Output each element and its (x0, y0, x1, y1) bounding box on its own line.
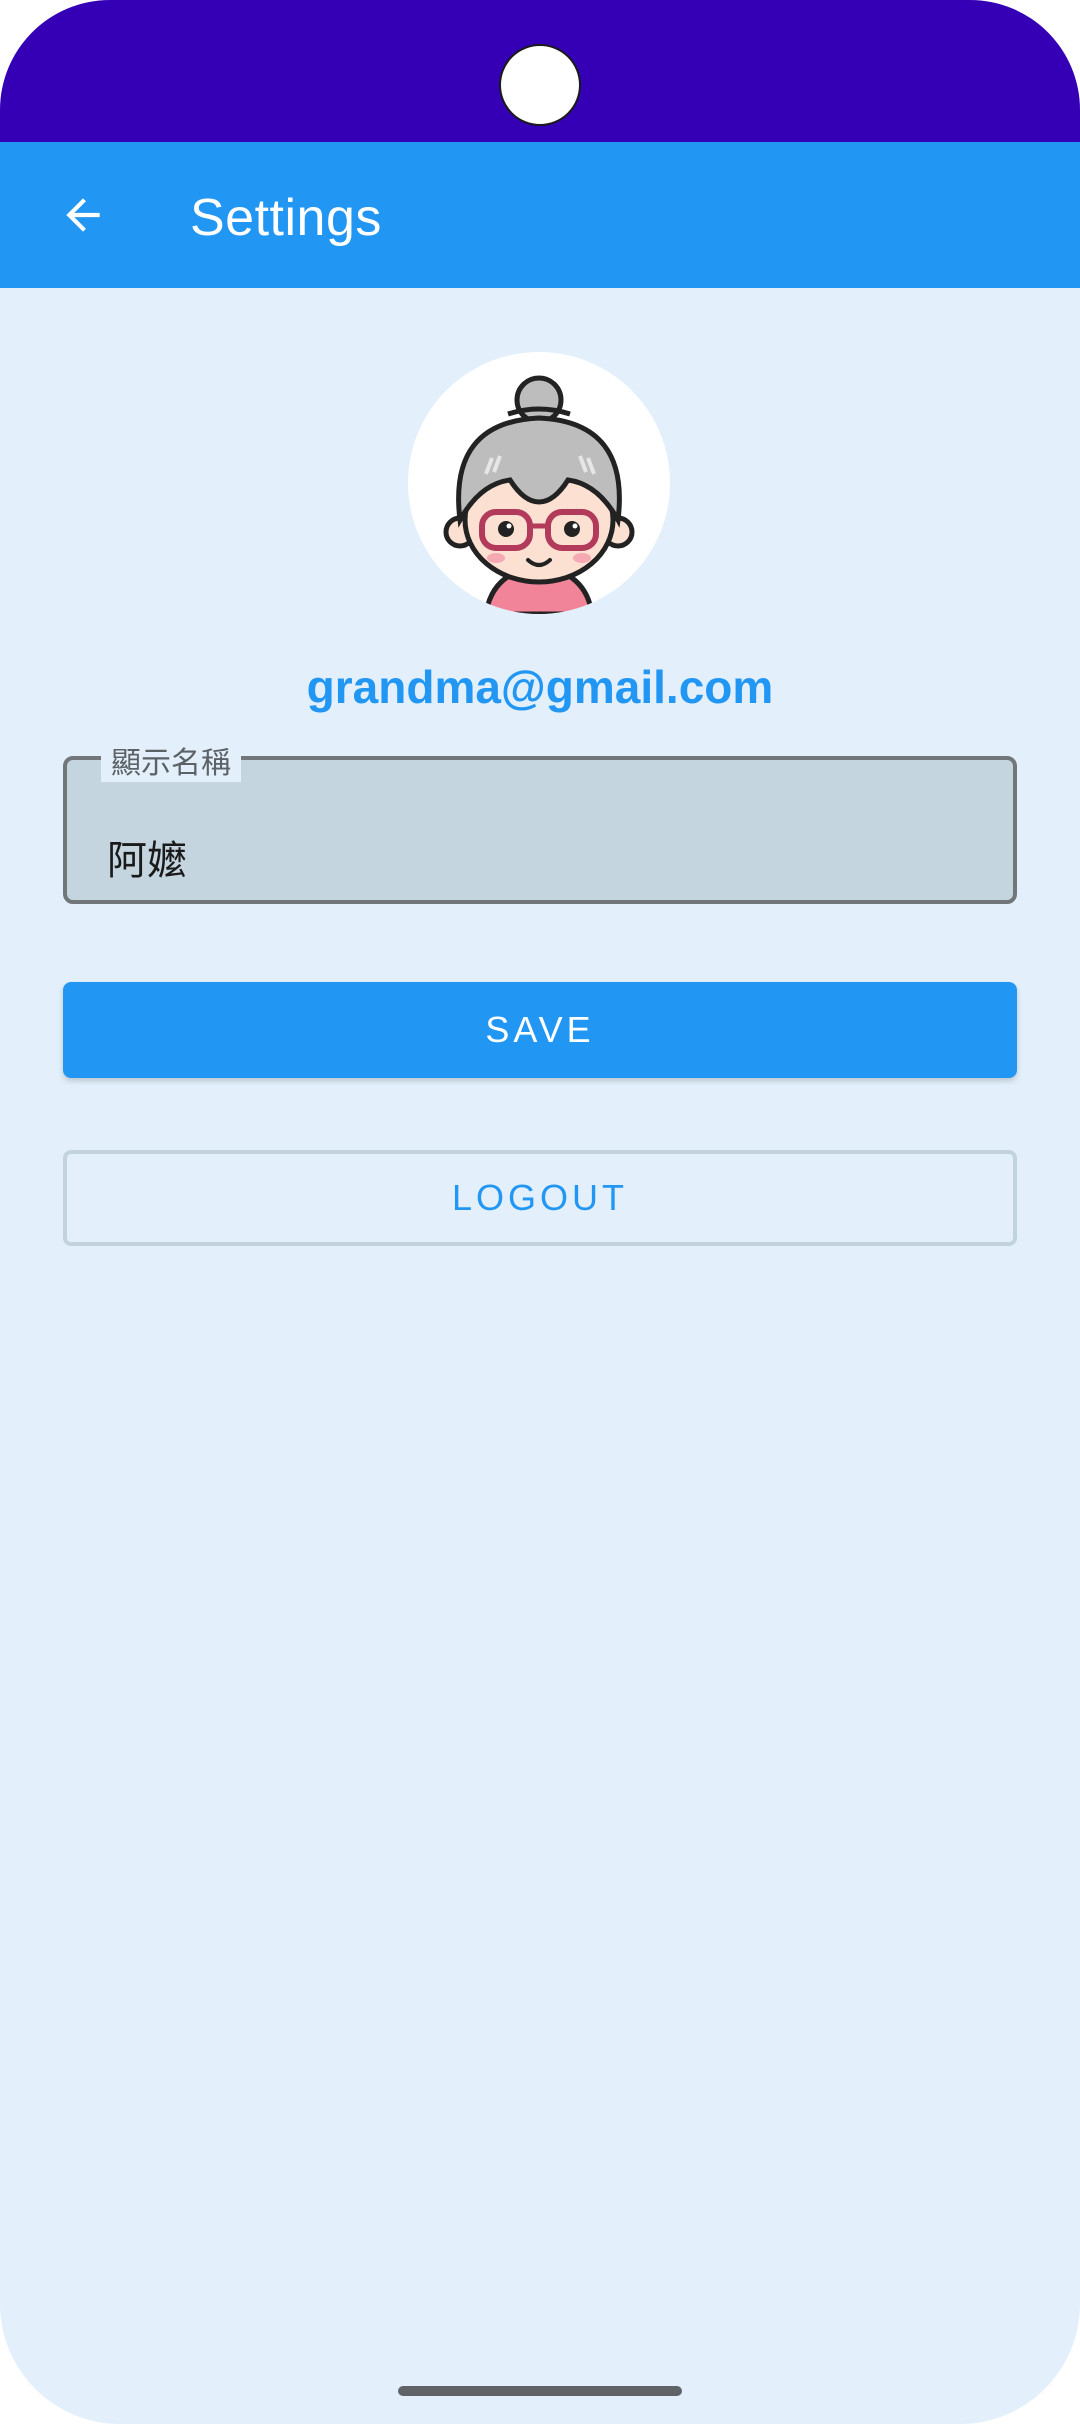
arrow-back-icon (66, 198, 100, 232)
camera-cutout (499, 44, 581, 126)
app-bar: Settings (0, 142, 1080, 288)
home-indicator[interactable] (398, 2386, 682, 2396)
display-name-label: 顯示名稱 (101, 738, 241, 782)
display-name-input[interactable]: 阿嬤 (107, 828, 187, 886)
avatar (408, 352, 670, 614)
back-button[interactable] (40, 172, 126, 258)
status-bar (0, 0, 1080, 142)
logout-button[interactable]: LOGOUT (63, 1150, 1017, 1246)
grandma-avatar-image (443, 375, 635, 614)
page-title: Settings (190, 189, 382, 247)
phone-screen: Settings grandma@gmail.com 顯示名稱 阿嬤 SAVE … (0, 0, 1080, 2424)
save-button[interactable]: SAVE (63, 982, 1017, 1078)
display-name-field[interactable]: 顯示名稱 阿嬤 (63, 738, 1017, 904)
user-email: grandma@gmail.com (306, 661, 774, 713)
